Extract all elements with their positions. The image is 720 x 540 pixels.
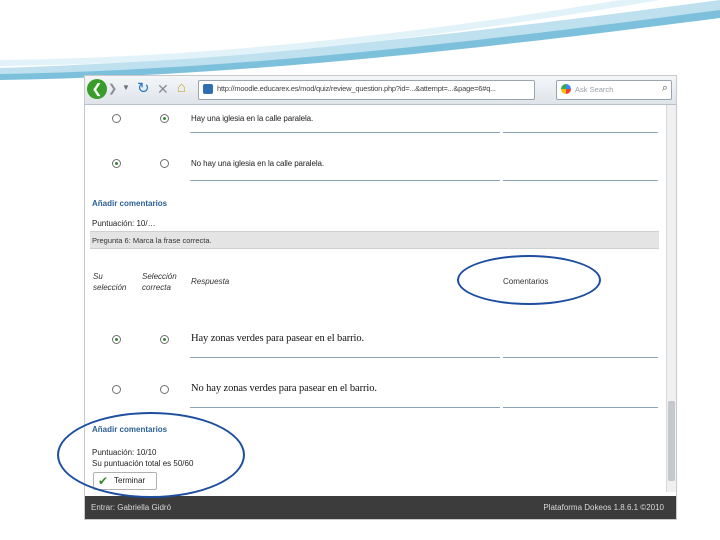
home-icon[interactable]: ⌂ — [177, 79, 186, 97]
score-highlight-ellipse — [57, 412, 245, 498]
browser-toolbar: ❮ ❯ ▼ ↻ ✕ ⌂ http://moodle.educarex.es/mo… — [85, 76, 676, 105]
stop-icon[interactable]: ✕ — [157, 80, 169, 98]
correct-selection-radio — [160, 335, 169, 344]
footer-user: Entrar: Gabriella Gidró — [91, 503, 172, 512]
question-title: Pregunta 6: Marca la frase correcta. — [92, 236, 212, 245]
your-selection-radio — [112, 385, 121, 394]
answer-underline — [190, 180, 500, 181]
correct-selection-radio — [160, 385, 169, 394]
question-title-bar: Pregunta 6: Marca la frase correcta. — [90, 231, 659, 249]
slide-header-swoosh — [0, 0, 720, 80]
comment-underline — [503, 357, 658, 358]
your-selection-radio — [112, 114, 121, 123]
comment-underline — [503, 180, 658, 181]
answer-underline — [190, 357, 500, 358]
your-selection-radio — [112, 159, 121, 168]
url-text[interactable]: http://moodle.educarex.es/mod/quiz/revie… — [217, 84, 535, 93]
col-correct-selection: Selección correcta — [142, 272, 177, 292]
col-answer: Respuesta — [191, 277, 230, 286]
scrollbar-thumb[interactable] — [668, 401, 675, 481]
correct-selection-radio — [160, 159, 169, 168]
vertical-scrollbar[interactable] — [666, 105, 676, 492]
answer-text: Hay una iglesia en la calle paralela. — [191, 114, 314, 123]
history-dropdown-icon[interactable]: ▼ — [122, 83, 130, 92]
magnifier-icon[interactable]: ⌕ — [662, 82, 668, 95]
answer-text: No hay zonas verdes para pasear en el ba… — [191, 383, 377, 394]
footer-platform: Plataforma Dokeos 1.8.6.1 ©2010 — [543, 503, 664, 512]
site-favicon-icon — [203, 84, 213, 94]
add-comments-link[interactable]: Añadir comentarios — [92, 199, 167, 208]
comments-highlight-ellipse — [457, 255, 601, 305]
your-selection-radio — [112, 335, 121, 344]
answer-underline — [190, 132, 500, 133]
search-engine-icon[interactable] — [561, 84, 571, 94]
answer-underline — [190, 407, 500, 408]
answer-text: No hay una iglesia en la calle paralela. — [191, 159, 324, 168]
correct-selection-radio — [160, 114, 169, 123]
search-input[interactable]: Ask Search ⌕ — [556, 80, 672, 100]
comment-underline — [503, 132, 658, 133]
back-button[interactable]: ❮ — [87, 79, 107, 99]
reload-icon[interactable]: ↻ — [137, 80, 150, 98]
address-bar[interactable]: http://moodle.educarex.es/mod/quiz/revie… — [198, 80, 535, 100]
page-footer: Entrar: Gabriella Gidró Plataforma Dokeo… — [85, 496, 676, 519]
comment-underline — [503, 407, 658, 408]
answer-text: Hay zonas verdes para pasear en el barri… — [191, 333, 365, 344]
score-text: Puntuación: 10/… — [92, 219, 156, 228]
col-your-selection: Su selección — [93, 272, 127, 292]
forward-button[interactable]: ❯ — [108, 82, 120, 96]
search-placeholder: Ask Search — [575, 85, 614, 94]
